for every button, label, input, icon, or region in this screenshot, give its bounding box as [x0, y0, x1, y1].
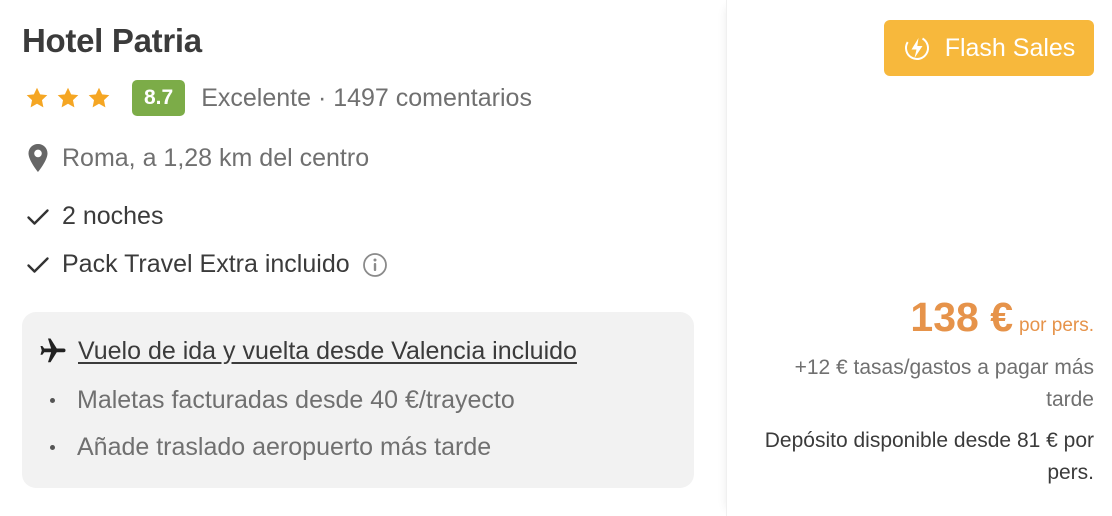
price-row: 138 € por pers. — [910, 294, 1094, 341]
feature-label: Pack Travel Extra incluido — [62, 250, 350, 278]
flash-sales-label: Flash Sales — [944, 33, 1076, 62]
lightning-icon — [904, 36, 929, 60]
star-icon — [26, 87, 48, 108]
price-per-person-label: por pers. — [1019, 315, 1094, 336]
baggage-info: Maletas facturadas desde 40 €/trayecto — [77, 386, 515, 414]
deposit-note: Depósito disponible desde 81 € por pers. — [764, 429, 1094, 484]
checkmark-icon — [27, 256, 49, 273]
checkmark-icon — [27, 208, 49, 225]
taxes-note: +12 € tasas/gastos a pagar más tarde — [794, 356, 1094, 411]
bullet-icon — [50, 398, 55, 403]
rating-row: 8.7 Excelente · 1497 comentarios — [24, 80, 532, 116]
feature-nights: 2 noches — [26, 202, 163, 231]
price-panel: Flash Sales 138 € por pers. +12 € tasas/… — [726, 0, 1112, 516]
feature-label: 2 noches — [62, 202, 164, 230]
hotel-name[interactable]: Hotel Patria — [22, 22, 202, 60]
hotel-details-panel: Hotel Patria 8.7 Excelente · 1497 coment… — [0, 0, 726, 516]
list-item: Añade traslado aeropuerto más tarde — [50, 433, 491, 462]
list-item: Maletas facturadas desde 40 €/trayecto — [50, 386, 515, 415]
star-icon — [88, 87, 110, 108]
flight-info-box: Vuelo de ida y vuelta desde Valencia inc… — [22, 312, 694, 488]
star-rating — [24, 85, 112, 111]
star-icon — [57, 87, 79, 108]
transfer-info: Añade traslado aeropuerto más tarde — [77, 433, 492, 461]
price-amount: 138 € — [910, 294, 1014, 340]
review-score-badge: 8.7 — [132, 80, 186, 116]
location-text: Roma, a 1,28 km del centro — [62, 143, 370, 172]
airplane-icon — [40, 338, 66, 363]
info-icon[interactable] — [362, 252, 388, 278]
flight-title-row: Vuelo de ida y vuelta desde Valencia inc… — [38, 336, 577, 366]
bullet-icon — [50, 445, 55, 450]
location-pin-icon — [28, 144, 48, 172]
flash-sales-badge: Flash Sales — [884, 20, 1094, 76]
location-row: Roma, a 1,28 km del centro — [26, 143, 369, 173]
review-summary[interactable]: Excelente · 1497 comentarios — [201, 84, 532, 113]
flight-included-link[interactable]: Vuelo de ida y vuelta desde Valencia inc… — [78, 337, 577, 366]
feature-pack-travel: Pack Travel Extra incluido — [26, 250, 388, 279]
